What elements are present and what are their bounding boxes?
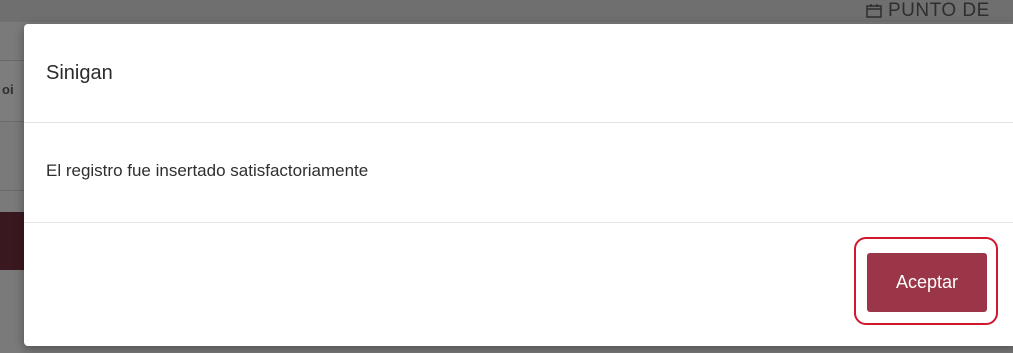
dialog-footer: Aceptar bbox=[24, 223, 1013, 345]
background-button bbox=[0, 212, 24, 270]
dialog-body: El registro fue insertado satisfactoriam… bbox=[24, 123, 1013, 223]
background-divider bbox=[0, 190, 24, 191]
accept-button[interactable]: Aceptar bbox=[867, 253, 987, 312]
background-column-label: oi bbox=[2, 82, 14, 97]
dialog-header: Sinigan bbox=[24, 24, 1013, 123]
calendar-icon bbox=[866, 4, 882, 18]
top-bar bbox=[0, 0, 1013, 22]
alert-dialog: Sinigan El registro fue insertado satisf… bbox=[24, 24, 1013, 346]
background-heading-text: PUNTO DE bbox=[888, 0, 990, 21]
dialog-message: El registro fue insertado satisfactoriam… bbox=[46, 161, 369, 180]
background-heading: PUNTO DE bbox=[866, 0, 990, 22]
dialog-title: Sinigan bbox=[46, 62, 113, 84]
